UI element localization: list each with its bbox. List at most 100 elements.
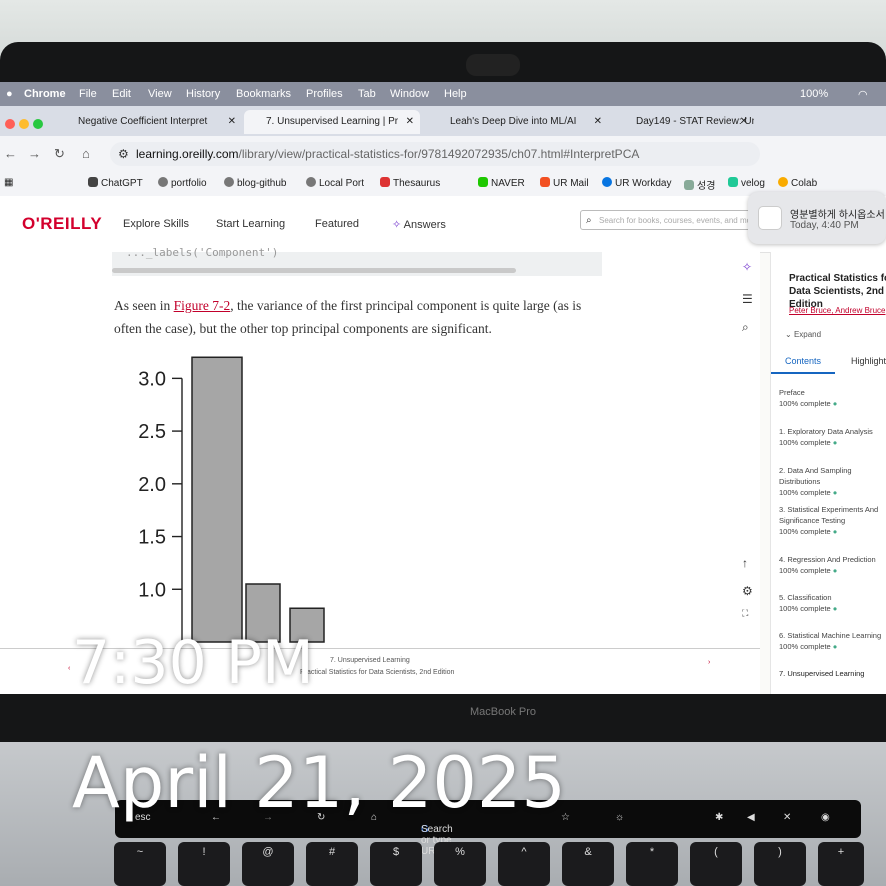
macos-menu-bar: ● Chrome File Edit View History Bookmark… [0, 82, 886, 106]
battery-percent[interactable]: 100% [800, 88, 828, 100]
tab-highlights[interactable]: Highlights [851, 356, 886, 366]
bookmark-naver[interactable]: NAVER [478, 177, 525, 189]
wifi-icon[interactable]: ◠ [858, 88, 868, 101]
tab-deep-dive[interactable]: Leah's Deep Dive into ML/AI ✕ [428, 110, 608, 134]
footer-chapter[interactable]: 7. Unsupervised Learning [330, 657, 410, 664]
key-3[interactable]: # [306, 842, 358, 886]
tab-unsupervised-learning[interactable]: 7. Unsupervised Learning | Pr ✕ [244, 110, 420, 134]
expand-label: Expand [793, 330, 822, 339]
key-1[interactable]: ! [178, 842, 230, 886]
figure-link[interactable]: Figure 7-2 [174, 298, 231, 313]
bookmark-ur-workday[interactable]: UR Workday [602, 177, 672, 189]
close-window-icon[interactable] [5, 119, 15, 129]
answers-sparkle-icon[interactable]: ✧ [742, 260, 752, 274]
home-icon[interactable]: ⌂ [82, 146, 90, 161]
code-scrollbar[interactable] [112, 268, 516, 273]
menu-tab[interactable]: Tab [358, 88, 376, 100]
settings-icon[interactable]: ⚙ [742, 584, 753, 598]
bookmark-thesaurus[interactable]: Thesaurus [380, 177, 440, 189]
bookmark-chatgpt[interactable]: ChatGPT [88, 177, 143, 189]
book-authors[interactable]: Peter Bruce, Andrew Bruce [789, 306, 886, 315]
apps-grid-icon[interactable]: ▦ [4, 177, 13, 188]
toc-progress: 100% complete ● [779, 566, 838, 575]
close-icon[interactable]: ✕ [406, 110, 414, 134]
close-icon[interactable]: ✕ [740, 110, 748, 134]
menu-window[interactable]: Window [390, 88, 429, 100]
key-4[interactable]: $ [370, 842, 422, 886]
menu-view[interactable]: View [148, 88, 172, 100]
siri-icon[interactable]: ◉ [821, 812, 830, 823]
bookmark-label: NAVER [491, 178, 525, 189]
menu-help[interactable]: Help [444, 88, 467, 100]
search-icon: ⌕ [586, 215, 592, 226]
nav-featured[interactable]: Featured [315, 218, 359, 230]
tab-negative-coefficient[interactable]: Negative Coefficient Interpret ✕ [56, 110, 242, 134]
toc-item-ch1[interactable]: 1. Exploratory Data Analysis 100% complet… [779, 426, 886, 448]
tab-contents[interactable]: Contents [785, 356, 821, 366]
bookmark-colab[interactable]: Colab [778, 177, 817, 189]
toc-item-ch4[interactable]: 4. Regression And Prediction 100% complet… [779, 554, 886, 576]
toc-item-ch6[interactable]: 6. Statistical Machine Learning 100% comp… [779, 630, 886, 652]
oreilly-logo[interactable]: O'REILLY [22, 214, 102, 234]
key-6[interactable]: ^ [498, 842, 550, 886]
menu-app-name[interactable]: Chrome [24, 88, 66, 100]
key-7[interactable]: & [562, 842, 614, 886]
toc-item-ch5[interactable]: 5. Classification 100% complete ● [779, 592, 886, 614]
scroll-top-icon[interactable]: ↑ [742, 556, 748, 570]
toc-item-preface[interactable]: Preface 100% complete ● [779, 387, 886, 409]
toc-icon[interactable]: ☰ [742, 292, 753, 306]
apple-icon[interactable]: ● [6, 88, 13, 100]
bookmark-ur-mail[interactable]: UR Mail [540, 177, 589, 189]
next-chevron-icon[interactable]: › [708, 659, 710, 666]
menu-edit[interactable]: Edit [112, 88, 131, 100]
toc-item-ch2[interactable]: 2. Data And Sampling Distributions 100% c… [779, 465, 886, 498]
volume-icon[interactable]: ◀ [747, 812, 755, 823]
site-info-icon[interactable]: ⚙ [118, 142, 129, 166]
nav-start-learning[interactable]: Start Learning [216, 218, 285, 230]
reload-icon[interactable]: ↻ [54, 146, 65, 162]
bookmark-velog[interactable]: velog [728, 177, 765, 189]
forward-icon[interactable]: → [28, 146, 41, 161]
close-icon[interactable]: ✕ [228, 110, 236, 134]
key-0[interactable]: ) [754, 842, 806, 886]
toc-progress: 100% complete ● [779, 642, 838, 651]
minimize-window-icon[interactable] [19, 119, 29, 129]
key-9[interactable]: ( [690, 842, 742, 886]
menu-file[interactable]: File [79, 88, 97, 100]
url-field[interactable]: ⚙ learning.oreilly.com/library/view/prac… [110, 142, 760, 166]
toc-progress: 100% complete ● [779, 438, 838, 447]
footer-book[interactable]: Practical Statistics for Data Scientists… [300, 669, 454, 676]
menu-bookmarks[interactable]: Bookmarks [236, 88, 291, 100]
tab-title: 7. Unsupervised Learning | Pr [266, 116, 399, 127]
toc-item-ch3[interactable]: 3. Statistical Experiments And Significa… [779, 504, 886, 537]
reminder-notification[interactable]: 영분별하게 하시옵소서 Today, 4:40 PM [748, 192, 886, 244]
zoom-window-icon[interactable] [33, 119, 43, 129]
toc-progress: 100% complete ● [779, 604, 838, 613]
brightness-icon[interactable]: ☼ [615, 812, 624, 823]
settings-icon[interactable]: ✱ [715, 812, 723, 823]
nav-answers[interactable]: ✧ Answers [392, 218, 446, 231]
key-8[interactable]: * [626, 842, 678, 886]
mute-icon[interactable]: ✕ [783, 812, 791, 823]
bookmark-bible[interactable]: 성경 [684, 177, 715, 192]
search-icon[interactable]: ⌕ [742, 320, 749, 335]
toc-item-ch7[interactable]: 7. Unsupervised Learning [779, 668, 886, 679]
tab-stat-review[interactable]: Day149 - STAT Review: Un ✕ [614, 110, 754, 134]
fullscreen-icon[interactable]: ⛶ [742, 608, 748, 619]
key-plus[interactable]: + [818, 842, 864, 886]
bookmark-label: Local Port [319, 178, 365, 189]
prev-chevron-icon[interactable]: ‹ [68, 665, 70, 672]
key-tilde[interactable]: ~ [114, 842, 166, 886]
chevron-down-icon: ⌄ [785, 330, 792, 339]
close-icon[interactable]: ✕ [594, 110, 602, 134]
key-5[interactable]: % [434, 842, 486, 886]
key-2[interactable]: @ [242, 842, 294, 886]
menu-history[interactable]: History [186, 88, 220, 100]
bookmark-local-port[interactable]: Local Port [306, 177, 364, 189]
expand-toggle[interactable]: ⌄ Expand [785, 330, 821, 339]
back-icon[interactable]: ← [4, 146, 17, 161]
nav-explore-skills[interactable]: Explore Skills [123, 218, 189, 230]
bookmark-portfolio[interactable]: portfolio [158, 177, 207, 189]
menu-profiles[interactable]: Profiles [306, 88, 343, 100]
bookmark-blog-github[interactable]: blog-github [224, 177, 286, 189]
